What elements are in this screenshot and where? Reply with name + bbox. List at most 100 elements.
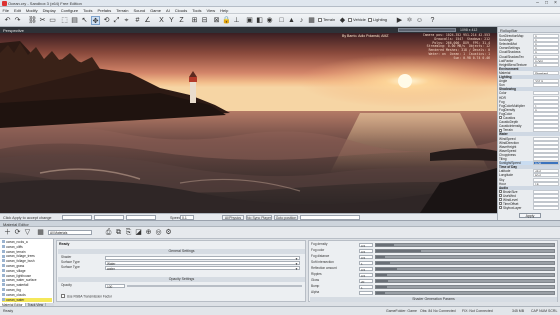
play-icon[interactable]: ▶: [395, 16, 404, 25]
assign-icon[interactable]: ◪: [134, 228, 143, 237]
menu-help[interactable]: Help: [218, 7, 231, 14]
surface-type-field-2[interactable]: water ▼: [105, 265, 300, 271]
param-value-field[interactable]: 1: [359, 284, 373, 290]
terrain-toggle[interactable]: Terrain: [318, 17, 335, 22]
menu-terrain[interactable]: Terrain: [114, 7, 131, 14]
param-value-field[interactable]: [359, 290, 373, 295]
tree-item[interactable]: ocean_foliage_bush: [2, 259, 52, 263]
menu-view[interactable]: View: [204, 7, 218, 14]
axis-xy-icon[interactable]: ⊞: [190, 16, 199, 25]
copy-icon[interactable]: ⧉: [114, 228, 123, 237]
shader-generation-params-header[interactable]: Shader Generation Params: [310, 297, 557, 302]
minimize-button[interactable]: –: [533, 0, 542, 7]
general-settings-header[interactable]: General Settings: [58, 249, 305, 254]
param-slider[interactable]: [375, 290, 555, 295]
param-slider[interactable]: [375, 278, 555, 283]
menu-sound[interactable]: Sound: [131, 7, 148, 14]
param-slider[interactable]: [375, 248, 555, 253]
object-icon[interactable]: □: [277, 16, 286, 25]
param-slider[interactable]: [375, 266, 555, 271]
param-value-field[interactable]: 0.5: [359, 254, 373, 260]
lock-icon[interactable]: 🔒: [222, 16, 231, 25]
opacity-slider[interactable]: [127, 284, 302, 287]
follow-terrain-icon[interactable]: ⊠: [212, 16, 221, 25]
texture-icon[interactable]: ▦: [307, 16, 316, 25]
property-checkbox[interactable]: [499, 190, 502, 194]
menu-prefabs[interactable]: Prefabs: [95, 7, 114, 14]
tree-item[interactable]: ocean_fog: [2, 288, 52, 292]
unlink-icon[interactable]: ✂: [38, 16, 47, 25]
shader-field[interactable]: ▼: [105, 255, 300, 261]
scale-icon[interactable]: ⤢: [112, 16, 121, 25]
tree-item[interactable]: ocean_lighthouse: [2, 274, 52, 278]
vehicle-toggle[interactable]: Vehicle: [348, 17, 366, 22]
property-checkbox[interactable]: [499, 202, 502, 206]
material-tree[interactable]: ocean_rocks_a ocean_cliffs ocean_terrain oc…: [0, 239, 54, 303]
display-icon[interactable]: ▣: [245, 16, 254, 25]
property-checkbox[interactable]: [499, 198, 502, 202]
tree-item[interactable]: ocean_waterfall: [2, 283, 52, 287]
undo-icon[interactable]: ↶: [3, 16, 12, 25]
preview-icon[interactable]: ◎: [154, 228, 163, 237]
param-value-field[interactable]: 0.5: [359, 272, 373, 278]
menu-tools[interactable]: Tools: [81, 7, 95, 14]
tree-item[interactable]: ocean_cliffs: [2, 245, 52, 249]
move-icon[interactable]: ✥: [91, 16, 100, 25]
param-value-field[interactable]: 0.5: [359, 266, 373, 272]
param-slider[interactable]: [375, 254, 555, 259]
filter-icon[interactable]: ▤: [70, 16, 79, 25]
help-icon[interactable]: ?: [428, 16, 437, 25]
ai-icon[interactable]: ☺: [415, 16, 424, 25]
menu-game[interactable]: Game: [148, 7, 164, 14]
menu-display[interactable]: Display: [40, 7, 58, 14]
snap-icon[interactable]: ⌖: [122, 16, 131, 25]
axis-x-button[interactable]: X: [157, 16, 166, 25]
viewport-3d[interactable]: By Barrio. Adio Polanski, AMZ Camera pos…: [0, 33, 497, 213]
tree-item[interactable]: ocean_water: [2, 297, 52, 302]
lighting-toggle[interactable]: Lighting: [368, 17, 387, 22]
select-icon[interactable]: ▭: [48, 16, 57, 25]
property-row[interactable]: SkyboxLayer: [499, 206, 560, 211]
menu-tools-2[interactable]: Tools: [190, 7, 204, 14]
layer-icon[interactable]: ◧: [255, 16, 264, 25]
tree-item[interactable]: ocean_water_surface: [2, 278, 52, 282]
close-button[interactable]: ×: [551, 0, 560, 7]
options-icon[interactable]: ⚙: [164, 228, 173, 237]
measure-icon[interactable]: ⊥: [232, 16, 241, 25]
property-checkbox[interactable]: [499, 194, 502, 198]
pointer-icon[interactable]: ↖: [80, 16, 89, 25]
param-value-field[interactable]: 0.5: [359, 242, 373, 248]
paste-icon[interactable]: ⎘: [124, 228, 133, 237]
menu-edit[interactable]: Edit: [11, 7, 23, 14]
axis-y-button[interactable]: Y: [167, 16, 176, 25]
param-slider[interactable]: [375, 272, 555, 277]
maximize-button[interactable]: □: [542, 0, 551, 7]
property-value[interactable]: [533, 206, 559, 211]
grid-icon[interactable]: #: [133, 16, 142, 25]
menu-file[interactable]: File: [0, 7, 11, 14]
property-checkbox[interactable]: [499, 116, 502, 120]
opacity-settings-header[interactable]: Opacity Settings: [58, 277, 305, 282]
property-checkbox[interactable]: [499, 128, 502, 132]
surface-type-field[interactable]: Water ▼: [105, 260, 300, 266]
rgba-transmission-checkbox[interactable]: [61, 294, 65, 298]
opacity-field[interactable]: 100: [105, 283, 125, 289]
viewport-search-input[interactable]: [398, 28, 456, 32]
sound-icon[interactable]: ♪: [297, 16, 306, 25]
tree-item[interactable]: ocean_rocks_a: [2, 240, 52, 244]
angle-snap-icon[interactable]: ∠: [143, 16, 152, 25]
rotate-icon[interactable]: ⟲: [102, 16, 111, 25]
apply-button[interactable]: Apply: [519, 213, 541, 218]
menu-ai[interactable]: AI: [163, 7, 172, 14]
pick-icon[interactable]: ⊕: [144, 228, 153, 237]
filter-materials-icon[interactable]: ▽: [23, 228, 32, 237]
camera-icon[interactable]: ◉: [265, 16, 274, 25]
param-value-field[interactable]: 1: [359, 260, 373, 266]
tree-item[interactable]: ocean_grass: [2, 264, 52, 268]
link-icon[interactable]: ⛓: [28, 16, 37, 25]
tree-item[interactable]: ocean_foliage_trees: [2, 254, 52, 258]
param-slider[interactable]: [375, 260, 555, 265]
save-material-icon[interactable]: ⎙: [104, 228, 113, 237]
terrain-icon[interactable]: ▲: [287, 16, 296, 25]
add-material-icon[interactable]: ＋: [3, 228, 12, 237]
